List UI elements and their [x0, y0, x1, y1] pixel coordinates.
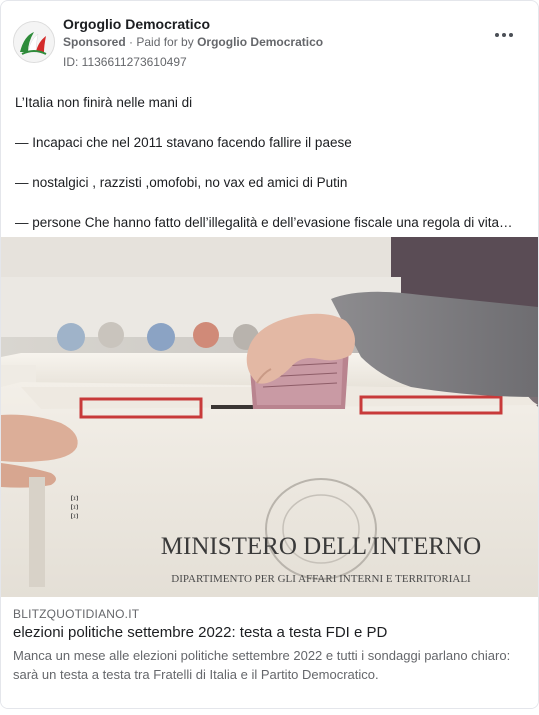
post-line: — Incapaci che nel 2011 stavano facendo … [15, 135, 352, 150]
sponsored-label: Sponsored [63, 35, 126, 49]
ad-card: Orgoglio Democratico Sponsored · Paid fo… [0, 0, 539, 709]
svg-text:MINISTERO DELL'INTERNO: MINISTERO DELL'INTERNO [161, 533, 481, 560]
link-description: Manca un mese alle elezioni politiche se… [13, 648, 511, 682]
sponsored-line: Sponsored · Paid for by Orgoglio Democra… [63, 35, 323, 49]
link-headline[interactable]: elezioni politiche settembre 2022: testa… [13, 624, 387, 641]
ad-image[interactable]: MINISTERO DELL'INTERNO DIPARTIMENTO PER … [1, 237, 538, 597]
post-line: L’Italia non finirà nelle mani di [15, 95, 193, 110]
ballot-box-photo: MINISTERO DELL'INTERNO DIPARTIMENTO PER … [1, 237, 538, 597]
link-preview[interactable]: BLITZQUOTIDIANO.IT elezioni politiche se… [1, 597, 538, 708]
page-avatar[interactable] [13, 21, 55, 63]
svg-text:DIPARTIMENTO PER GLI AFFARI IN: DIPARTIMENTO PER GLI AFFARI INTERNI E TE… [171, 573, 471, 585]
paid-by-name[interactable]: Orgoglio Democratico [197, 35, 323, 49]
post-line: — persone Che hanno fatto dell’illegalit… [15, 215, 513, 230]
ad-id: ID: 1136611273610497 [63, 55, 187, 69]
more-options-icon[interactable] [494, 27, 516, 43]
paid-for-label: Paid for by [136, 35, 194, 49]
flag-logo-icon [14, 22, 54, 62]
ballot-box-label: MINISTERO DELL'INTERNO DIPARTIMENTO PER … [161, 533, 481, 585]
svg-text:Ξ Ξ Ξ: Ξ Ξ Ξ [68, 495, 79, 519]
ad-header: Orgoglio Democratico Sponsored · Paid fo… [13, 15, 526, 71]
post-text: L’Italia non finirà nelle mani di — Inca… [15, 93, 530, 253]
page-name[interactable]: Orgoglio Democratico [63, 16, 210, 32]
link-domain: BLITZQUOTIDIANO.IT [13, 607, 140, 621]
post-line: — nostalgici , razzisti ,omofobi, no vax… [15, 175, 348, 190]
